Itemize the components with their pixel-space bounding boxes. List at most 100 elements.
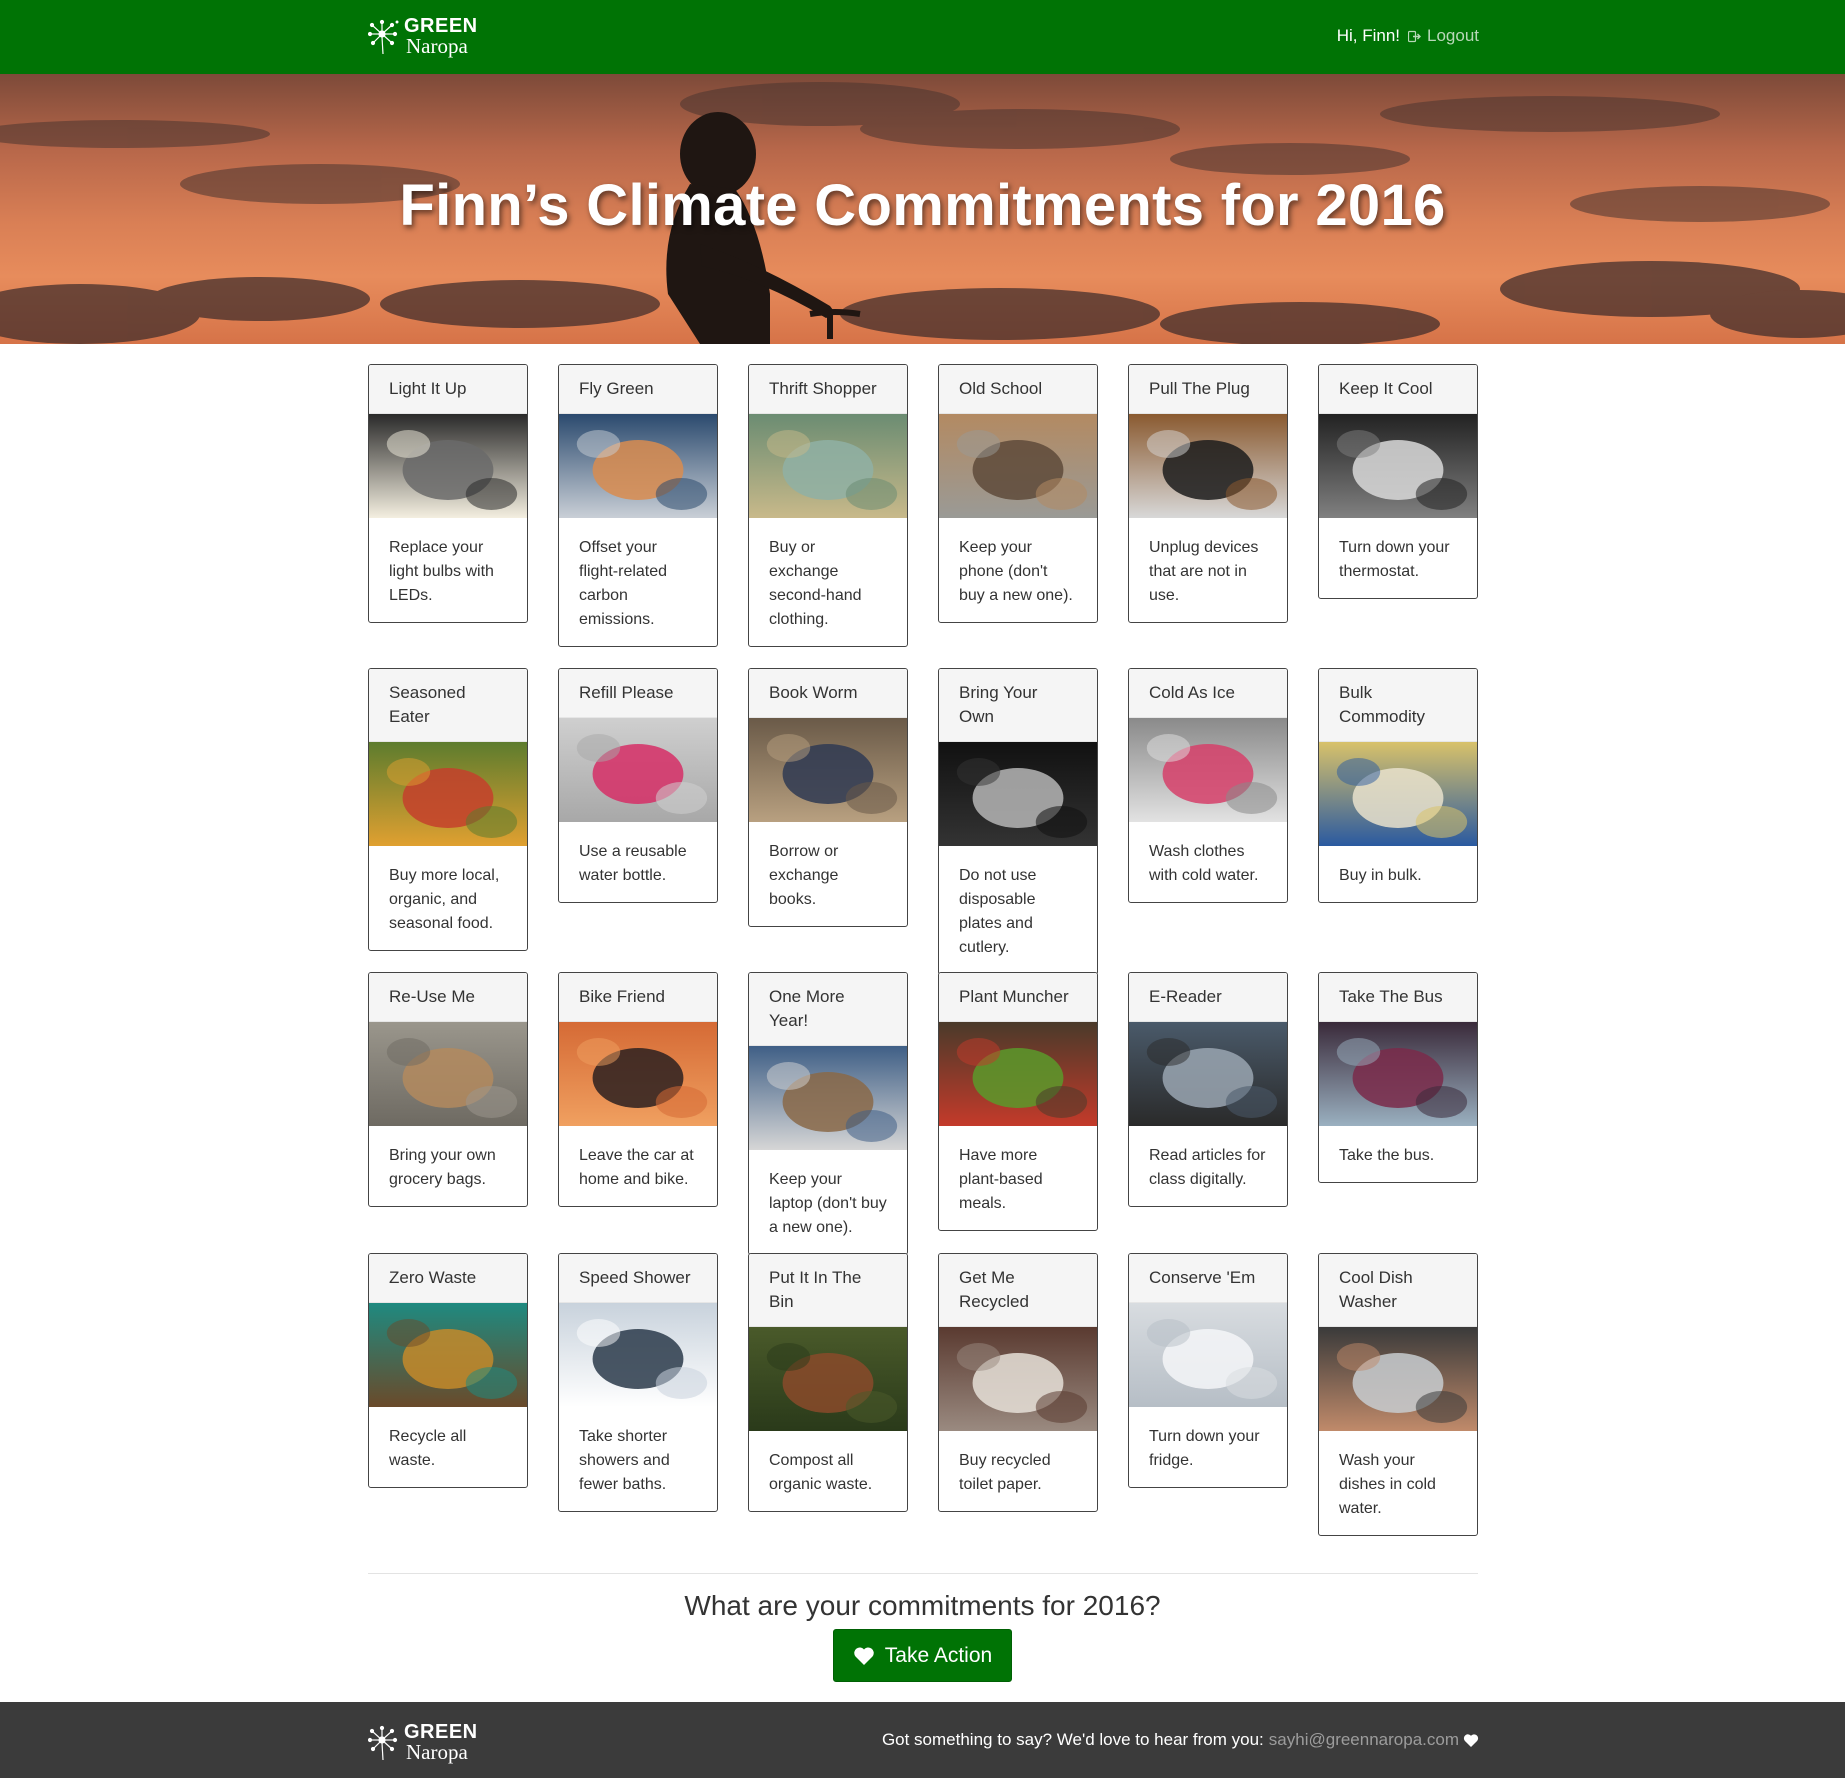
card-description: Buy more local, organic, and seasonal fo… [389, 867, 500, 932]
commitment-card[interactable]: Book Worm Borrow or exchange books. [748, 668, 908, 927]
commitment-card[interactable]: One More Year! Keep your laptop (don't bu… [748, 972, 908, 1255]
cta-question: What are your commitments for 2016? [684, 1590, 1161, 1621]
card-title: Cool Dish Washer [1319, 1254, 1477, 1327]
dandelion-icon [368, 19, 399, 54]
commitment-card[interactable]: Thrift Shopper Buy or exchange second-han… [748, 364, 908, 647]
rice-sacks-image [1319, 742, 1477, 846]
card-description: Keep your laptop (don't buy a new one). [769, 1171, 887, 1236]
commitment-card[interactable]: Get Me Recycled Buy recycled toilet paper… [938, 1253, 1098, 1512]
ice-image [1129, 1303, 1287, 1407]
led-bulbs-image [369, 414, 527, 518]
commitment-card[interactable]: Speed Shower Take shorter showers and few… [558, 1253, 718, 1512]
logout-icon [1408, 30, 1421, 42]
card-description: Borrow or exchange books. [769, 843, 839, 908]
old-phone-image [939, 414, 1097, 518]
take-action-button[interactable]: Take Action [833, 1629, 1012, 1682]
user-menu: Hi, Finn! Logout [1337, 26, 1479, 46]
commitment-card[interactable]: Zero Waste Recycle all waste. [368, 1253, 528, 1488]
card-title: Keep It Cool [1319, 365, 1477, 414]
footer-logo[interactable]: GREEN Naropa [368, 1722, 478, 1763]
card-description: Buy or exchange second-hand clothing. [769, 539, 862, 628]
footer-message: Got something to say? We'd love to hear … [881, 1730, 1264, 1749]
card-title: Put It In The Bin [749, 1254, 907, 1327]
compost-image [749, 1327, 907, 1431]
water-bottle-image [559, 718, 717, 822]
navbar: GREEN Naropa Hi, Finn! Logout [0, 0, 1845, 74]
card-title: E-Reader [1129, 973, 1287, 1022]
logout-link[interactable]: Logout [1408, 26, 1479, 46]
page-title: Finn’s Climate Commitments for 2016 [399, 173, 1446, 238]
card-title: One More Year! [749, 973, 907, 1046]
plug-image [1129, 414, 1287, 518]
card-description: Compost all organic waste. [769, 1452, 873, 1493]
card-title: Book Worm [749, 669, 907, 718]
card-description: Leave the car at home and bike. [579, 1147, 694, 1188]
logo-text-green: GREEN [404, 15, 478, 37]
divider [368, 1573, 1478, 1574]
commitment-card[interactable]: Keep It Cool Turn down your thermostat. [1318, 364, 1478, 599]
commitment-card[interactable]: Refill Please Use a reusable water bottle… [558, 668, 718, 903]
card-description: Read articles for class digitally. [1149, 1147, 1266, 1188]
commitment-card[interactable]: Old School Keep your phone (don't buy a n… [938, 364, 1098, 623]
paper-bag-image [369, 1022, 527, 1126]
cyclist-image [559, 1022, 717, 1126]
card-description: Have more plant-based meals. [959, 1147, 1043, 1212]
user-greeting: Hi, Finn! [1336, 26, 1400, 45]
laptop-image [749, 1046, 907, 1150]
toilet-paper-image [939, 1327, 1097, 1431]
footer-logo-text-naropa: Naropa [406, 1740, 468, 1764]
commitment-card[interactable]: Fly Green Offset your flight-related carb… [558, 364, 718, 647]
commitment-card[interactable]: Light It Up Replace your light bulbs with… [368, 364, 528, 623]
commitment-card[interactable]: Pull The Plug Unplug devices that are not… [1128, 364, 1288, 623]
commitment-card[interactable]: Plant Muncher Have more plant-based meals… [938, 972, 1098, 1231]
commitment-card[interactable]: Re-Use Me Bring your own grocery bags. [368, 972, 528, 1207]
commitment-card[interactable]: Bring Your Own Do not use disposable plat… [938, 668, 1098, 975]
card-description: Take shorter showers and fewer baths. [579, 1428, 670, 1493]
commitment-card[interactable]: Cold As Ice Wash clothes with cold water. [1128, 668, 1288, 903]
commitment-card[interactable]: Bulk Commodity Buy in bulk. [1318, 668, 1478, 903]
card-description: Use a reusable water bottle. [579, 843, 687, 884]
commitment-card[interactable]: E-Reader Read articles for class digitall… [1128, 972, 1288, 1207]
card-description: Turn down your thermostat. [1339, 539, 1450, 580]
card-description: Recycle all waste. [389, 1428, 467, 1469]
airplane-wing-image [559, 414, 717, 518]
card-description: Keep your phone (don't buy a new one). [959, 539, 1073, 604]
card-title: Fly Green [559, 365, 717, 414]
card-description: Unplug devices that are not in use. [1149, 539, 1259, 604]
card-title: Thrift Shopper [749, 365, 907, 414]
card-description: Take the bus. [1339, 1147, 1435, 1164]
bus-interior-image [1319, 1022, 1477, 1126]
fork-image [939, 742, 1097, 846]
logo-text-naropa: Naropa [406, 34, 468, 58]
card-title: Pull The Plug [1129, 365, 1287, 414]
commitment-card[interactable]: Cool Dish Washer Wash your dishes in cold… [1318, 1253, 1478, 1536]
dandelion-icon [368, 1725, 398, 1760]
card-title: Re-Use Me [369, 973, 527, 1022]
commitment-card[interactable]: Bike Friend Leave the car at home and bik… [558, 972, 718, 1207]
e-reader-image [1129, 1022, 1287, 1126]
commitment-card[interactable]: Take The Bus Take the bus. [1318, 972, 1478, 1183]
commitment-card[interactable]: Seasoned Eater Buy more local, organic, a… [368, 668, 528, 951]
card-title: Old School [939, 365, 1097, 414]
site-logo[interactable]: GREEN Naropa [368, 16, 478, 57]
take-action-label: Take Action [884, 1643, 993, 1667]
market-image [369, 742, 527, 846]
card-title: Cold As Ice [1129, 669, 1287, 718]
vegetable-basket-image [939, 1022, 1097, 1126]
commitment-card[interactable]: Conserve 'Em Turn down your fridge. [1128, 1253, 1288, 1488]
dishwashing-image [1319, 1327, 1477, 1431]
card-title: Conserve 'Em [1129, 1254, 1287, 1303]
footer-contact: Got something to say? We'd love to hear … [882, 1730, 1479, 1750]
card-title: Zero Waste [369, 1254, 527, 1303]
commitment-card[interactable]: Put It In The Bin Compost all organic was… [748, 1253, 908, 1512]
card-title: Bring Your Own [939, 669, 1097, 742]
card-title: Bike Friend [559, 973, 717, 1022]
card-description: Replace your light bulbs with LEDs. [389, 539, 494, 604]
second-hand-sign-image [749, 414, 907, 518]
card-title: Refill Please [559, 669, 717, 718]
card-description: Turn down your fridge. [1149, 1428, 1260, 1469]
card-description: Offset your flight-related carbon emissi… [579, 539, 668, 628]
heart-icon [1463, 1733, 1479, 1747]
footer-email-link[interactable]: sayhi@greennaropa.com [1269, 1730, 1459, 1750]
hero-banner: Finn’s Climate Commitments for 2016 [0, 74, 1845, 344]
